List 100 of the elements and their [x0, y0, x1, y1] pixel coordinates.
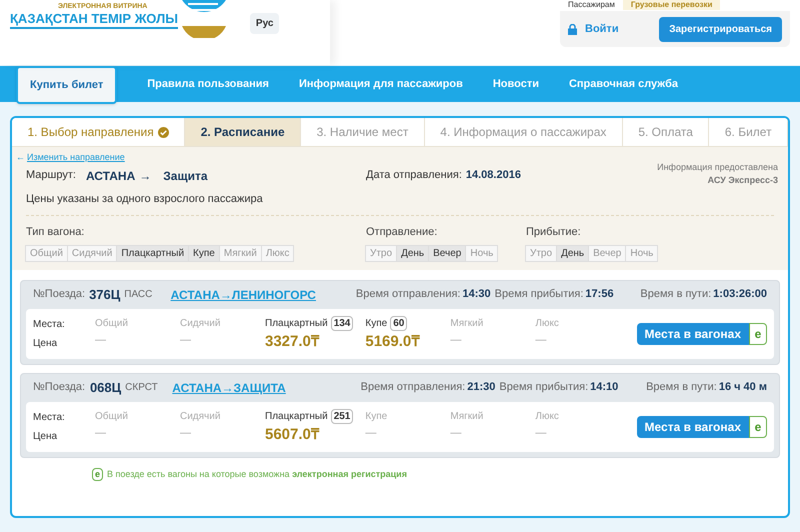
filter-label: Отправление:	[366, 225, 438, 240]
filter-option[interactable]: Общий	[25, 244, 68, 262]
price-label: Цена	[33, 430, 58, 444]
e-registration-note: В поезде есть вагоны на которые возможна электронная регистрация	[107, 468, 407, 481]
duration-label: Время в пути:	[640, 287, 712, 302]
price: 5607.0₸	[265, 424, 320, 444]
car-class: Сидячий	[180, 317, 220, 331]
price: —	[450, 426, 462, 440]
filter-option[interactable]: Ночь	[625, 244, 658, 262]
price: —	[180, 332, 192, 348]
route-from: АСТАНА	[86, 168, 136, 184]
arrival-time: 14:10	[590, 380, 620, 396]
step-tab[interactable]: 3. Наличие мест	[316, 123, 408, 141]
step-tab[interactable]: 1. Выбор направления	[27, 123, 154, 141]
car-class: Люкс	[535, 317, 559, 331]
login-link[interactable]: Войти	[585, 20, 619, 38]
departure-time: 21:30	[467, 380, 496, 396]
language-selector[interactable]: Рус	[250, 13, 280, 34]
car-class: Общий	[95, 410, 128, 424]
e-registration-badge: e	[749, 322, 767, 344]
filter-option[interactable]: Ночь	[465, 244, 498, 262]
price: —	[535, 332, 548, 348]
train-number: 068Ц	[90, 378, 122, 397]
price: —	[535, 426, 548, 440]
route-arrow: →	[139, 168, 152, 184]
filter-label: Прибытие:	[526, 225, 582, 240]
price: 3327.0₸	[265, 332, 320, 352]
price: 5169.0₸	[365, 332, 421, 352]
train-route-link[interactable]: АСТАНА→ЗАЩИТА	[172, 378, 361, 396]
seats-in-cars-button[interactable]: Места в вагонах	[636, 322, 749, 344]
departure-date: 14.08.2016	[466, 168, 521, 182]
train-number: 376Ц	[89, 286, 120, 304]
car-class: Общий	[95, 317, 128, 331]
nav-tab[interactable]: Купить билет	[16, 66, 118, 104]
seats-in-cars-button[interactable]: Места в вагонах	[636, 416, 749, 438]
price: —	[95, 332, 107, 348]
seat-count: 251	[330, 408, 354, 424]
duration: 1:03:26:00	[713, 287, 767, 302]
filter-option[interactable]: День	[556, 244, 590, 262]
nav-tab[interactable]: Информация для пассажиров	[298, 76, 463, 92]
filter-option[interactable]: Утро	[365, 244, 398, 262]
filter-label: Тип вагона:	[26, 225, 86, 240]
filter-option[interactable]: Купе	[188, 244, 220, 262]
duration-label: Время в пути:	[646, 380, 717, 396]
e-registration-badge: e	[749, 416, 767, 438]
seat-count: 60	[390, 316, 408, 330]
train-type: СКРСТ	[125, 381, 159, 395]
car-class: Сидячий	[180, 410, 220, 424]
date-label: Дата отправления:	[366, 168, 462, 182]
filter-option[interactable]: Сидячий	[66, 244, 118, 262]
car-class: Купе	[365, 316, 388, 330]
seat-count: 134	[330, 316, 354, 330]
price: —	[95, 426, 107, 440]
departure-label: Время отправления:	[360, 380, 466, 396]
filter-option[interactable]: Утро	[525, 244, 558, 262]
filter-option[interactable]: Мягкий	[218, 244, 262, 262]
arrival-time: 17:56	[585, 287, 615, 302]
route-to: Защита	[163, 168, 208, 184]
filter-option[interactable]: Плацкартный	[116, 244, 190, 262]
nav-tab[interactable]: Справочная служба	[568, 76, 678, 92]
car-class: Купе	[365, 410, 388, 424]
lock-icon	[568, 24, 577, 34]
nav-tab[interactable]: Правила пользования	[147, 76, 269, 92]
step-tab[interactable]: 6. Билет	[724, 123, 772, 141]
register-button[interactable]: Зарегистрироваться	[659, 16, 782, 42]
step-tab[interactable]: 5. Оплата	[638, 123, 693, 141]
seats-label: Места:	[33, 318, 66, 332]
step-tab[interactable]: 4. Информация о пассажирах	[440, 123, 606, 141]
filter-option[interactable]: Вечер	[428, 244, 466, 262]
car-class: Плацкартный	[265, 410, 328, 424]
departure-time: 14:30	[462, 287, 491, 302]
car-class: Мягкий	[450, 410, 484, 424]
filter-option[interactable]: Вечер	[588, 244, 626, 262]
price: —	[180, 426, 192, 440]
source-system: АСУ Экспресс-3	[708, 174, 778, 187]
car-class: Люкс	[535, 410, 559, 424]
source-label: Информация предоставлена	[657, 160, 778, 174]
train-type: ПАСС	[124, 288, 154, 302]
arrival-label: Время прибытия:	[499, 380, 588, 396]
price-note: Цены указаны за одного взрослого пассажира	[26, 192, 264, 206]
route-label: Маршрут:	[26, 168, 76, 184]
filter-option[interactable]: Люкс	[260, 244, 294, 262]
logo-title[interactable]: ҚАЗАҚСТАН ТЕМІР ЖОЛЫ	[10, 11, 178, 29]
top-tab[interactable]: Грузовые перевозки	[622, 0, 720, 10]
departure-label: Время отправления:	[356, 287, 460, 302]
train-number-label: №Поезда:	[33, 380, 86, 396]
price-label: Цена	[33, 336, 58, 350]
train-number-label: №Поезда:	[33, 287, 86, 302]
duration: 16 ч 40 м	[718, 380, 767, 396]
car-class: Плацкартный	[265, 316, 328, 330]
nav-tab[interactable]: Новости	[492, 76, 539, 92]
change-direction-link[interactable]: Изменить направление	[27, 151, 125, 164]
seats-label: Места:	[33, 410, 66, 424]
back-arrow: ←	[16, 151, 25, 164]
e-registration-badge: e	[92, 468, 104, 481]
car-class: Мягкий	[450, 317, 484, 331]
price: —	[365, 426, 378, 440]
price: —	[450, 332, 462, 348]
train-route-link[interactable]: АСТАНА→ЛЕНИНОГОРС	[170, 286, 356, 304]
filter-option[interactable]: День	[396, 244, 430, 262]
